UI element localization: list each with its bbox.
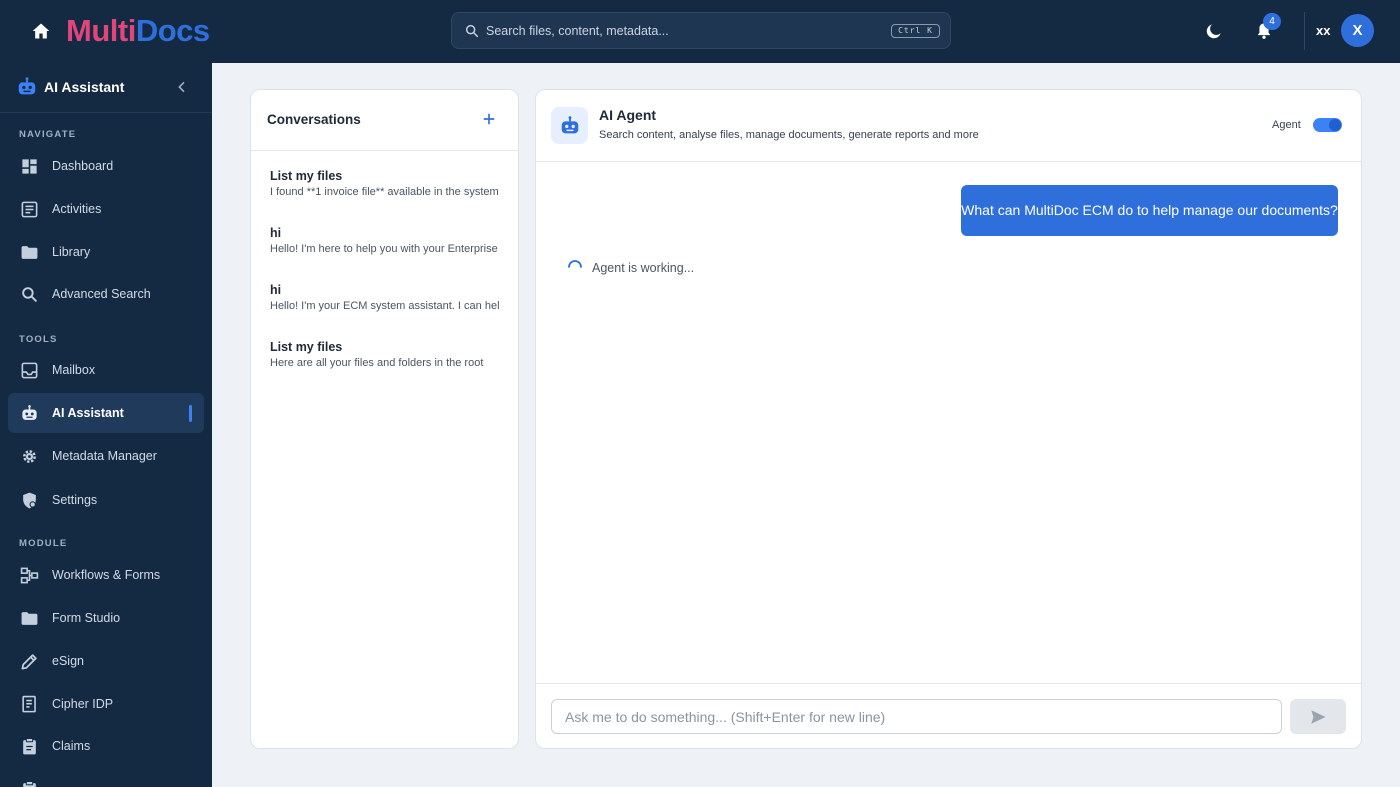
sidebar-title: AI Assistant [44,79,125,95]
section-label-navigate: NAVIGATE [19,129,77,140]
sidebar-item-label: Settings [52,493,98,507]
sidebar-item-label: eSign [52,654,84,668]
top-bar: MultiDocs Ctrl K 4 xx X [0,0,1400,63]
conversations-header: Conversations [251,90,518,151]
chat-message-input[interactable] [551,699,1282,734]
sidebar-item-label: Dashboard [52,159,114,173]
document-icon [22,695,36,713]
sidebar-item-label: Mailbox [52,363,96,377]
dashboard-icon [22,159,37,174]
robot-icon [22,405,37,420]
agent-mode-toggle[interactable] [1313,118,1342,132]
user-avatar[interactable]: X [1341,14,1374,47]
sidebar-item-claims[interactable]: Claims [8,726,204,766]
sidebar-item-settings[interactable]: Settings [8,480,204,520]
sidebar-item-dashboard[interactable]: Dashboard [8,146,204,186]
sidebar-item-label: Workflows & Forms [52,568,161,582]
conversation-item[interactable]: List my files Here are all your files an… [270,340,500,386]
agent-status-text: Agent is working... [592,261,695,275]
sidebar-item-metadata-manager[interactable]: Metadata Manager [8,436,204,476]
chat-title: AI Agent [599,107,657,123]
conversation-title: hi [270,283,282,297]
search-icon [465,24,479,38]
activities-icon [21,201,38,218]
gear-icon [23,450,36,463]
sidebar-item-activities[interactable]: Activities [8,189,204,229]
conversation-title: List my files [270,169,343,183]
section-label-tools: TOOLS [19,334,58,345]
clipboard-icon [23,738,36,755]
header-divider [1304,12,1305,50]
conversation-preview: Hello! I'm here to help you with your En… [270,243,498,255]
conversations-panel: Conversations List my files I found **1 … [250,89,519,749]
workflow-icon [20,567,39,584]
sidebar-item-label: Cipher IDP [52,697,114,711]
active-indicator [189,405,192,422]
chat-subtitle: Search content, analyse files, manage do… [599,129,979,141]
sidebar-item-label: Metadata Manager [52,449,157,463]
sidebar-item-ai-assistant[interactable]: AI Assistant [8,393,204,433]
global-search-input[interactable] [486,13,886,48]
chat-panel: AI Agent Search content, analyse files, … [535,89,1362,749]
search-icon [22,287,37,302]
agent-toggle-label: Agent [1272,119,1301,131]
conversation-item[interactable]: List my files I found **1 invoice file**… [270,169,500,215]
robot-icon [18,77,36,95]
sidebar-item-label: AI Assistant [52,406,124,420]
logo-part-multi: Multi [66,13,136,48]
conversation-title: List my files [270,340,343,354]
sidebar-item-label: Advanced Search [52,287,151,301]
sidebar-item-next[interactable] [8,769,204,787]
agent-robot-icon [551,107,588,144]
user-message-bubble: What can MultiDoc ECM do to help manage … [961,185,1338,236]
folder-icon [21,246,38,259]
clipboard-icon [23,781,36,787]
sidebar-item-label: Claims [52,739,91,753]
send-button[interactable] [1290,699,1346,734]
new-conversation-plus-icon[interactable] [480,110,498,128]
sidebar-item-cipher-idp[interactable]: Cipher IDP [8,684,204,724]
notification-count-badge: 4 [1263,13,1281,30]
folder-icon [21,612,38,625]
logo-part-docs: Docs [135,13,210,48]
global-search[interactable]: Ctrl K [451,12,951,49]
chat-composer [536,683,1361,748]
loading-spinner-icon [568,260,582,268]
sidebar-item-form-studio[interactable]: Form Studio [8,598,204,638]
chevron-left-icon[interactable] [174,79,190,95]
conversations-title: Conversations [267,112,361,127]
send-icon [1311,709,1326,724]
sidebar-item-advanced-search[interactable]: Advanced Search [8,274,204,314]
user-name[interactable]: xx [1316,23,1330,38]
sidebar: AI Assistant NAVIGATE Dashboard Activiti… [0,63,212,787]
settings-shield-icon [23,492,36,509]
sidebar-item-label: Form Studio [52,611,121,625]
sidebar-item-workflows-forms[interactable]: Workflows & Forms [8,555,204,595]
toggle-knob [1329,119,1341,131]
sidebar-header: AI Assistant [0,63,212,113]
section-label-module: MODULE [19,538,68,549]
conversation-item[interactable]: hi Hello! I'm here to help you with your… [270,226,500,272]
mailbox-icon [21,362,38,379]
sidebar-item-mailbox[interactable]: Mailbox [8,350,204,390]
chat-header: AI Agent Search content, analyse files, … [536,90,1361,162]
home-icon[interactable] [28,18,54,44]
pen-icon [21,654,37,670]
sidebar-item-esign[interactable]: eSign [8,641,204,681]
search-shortcut-hint: Ctrl K [891,24,940,38]
sidebar-item-label: Library [52,245,91,259]
conversation-item[interactable]: hi Hello! I'm your ECM system assistant.… [270,283,500,329]
conversation-preview: Here are all your files and folders in t… [270,357,484,369]
dark-mode-toggle-icon[interactable] [1204,21,1224,41]
sidebar-item-label: Activities [52,202,102,216]
conversation-title: hi [270,226,282,240]
conversation-preview: Hello! I'm your ECM system assistant. I … [270,300,500,312]
app-logo[interactable]: MultiDocs [66,12,210,50]
sidebar-item-library[interactable]: Library [8,232,204,272]
conversation-preview: I found **1 invoice file** available in … [270,186,499,198]
